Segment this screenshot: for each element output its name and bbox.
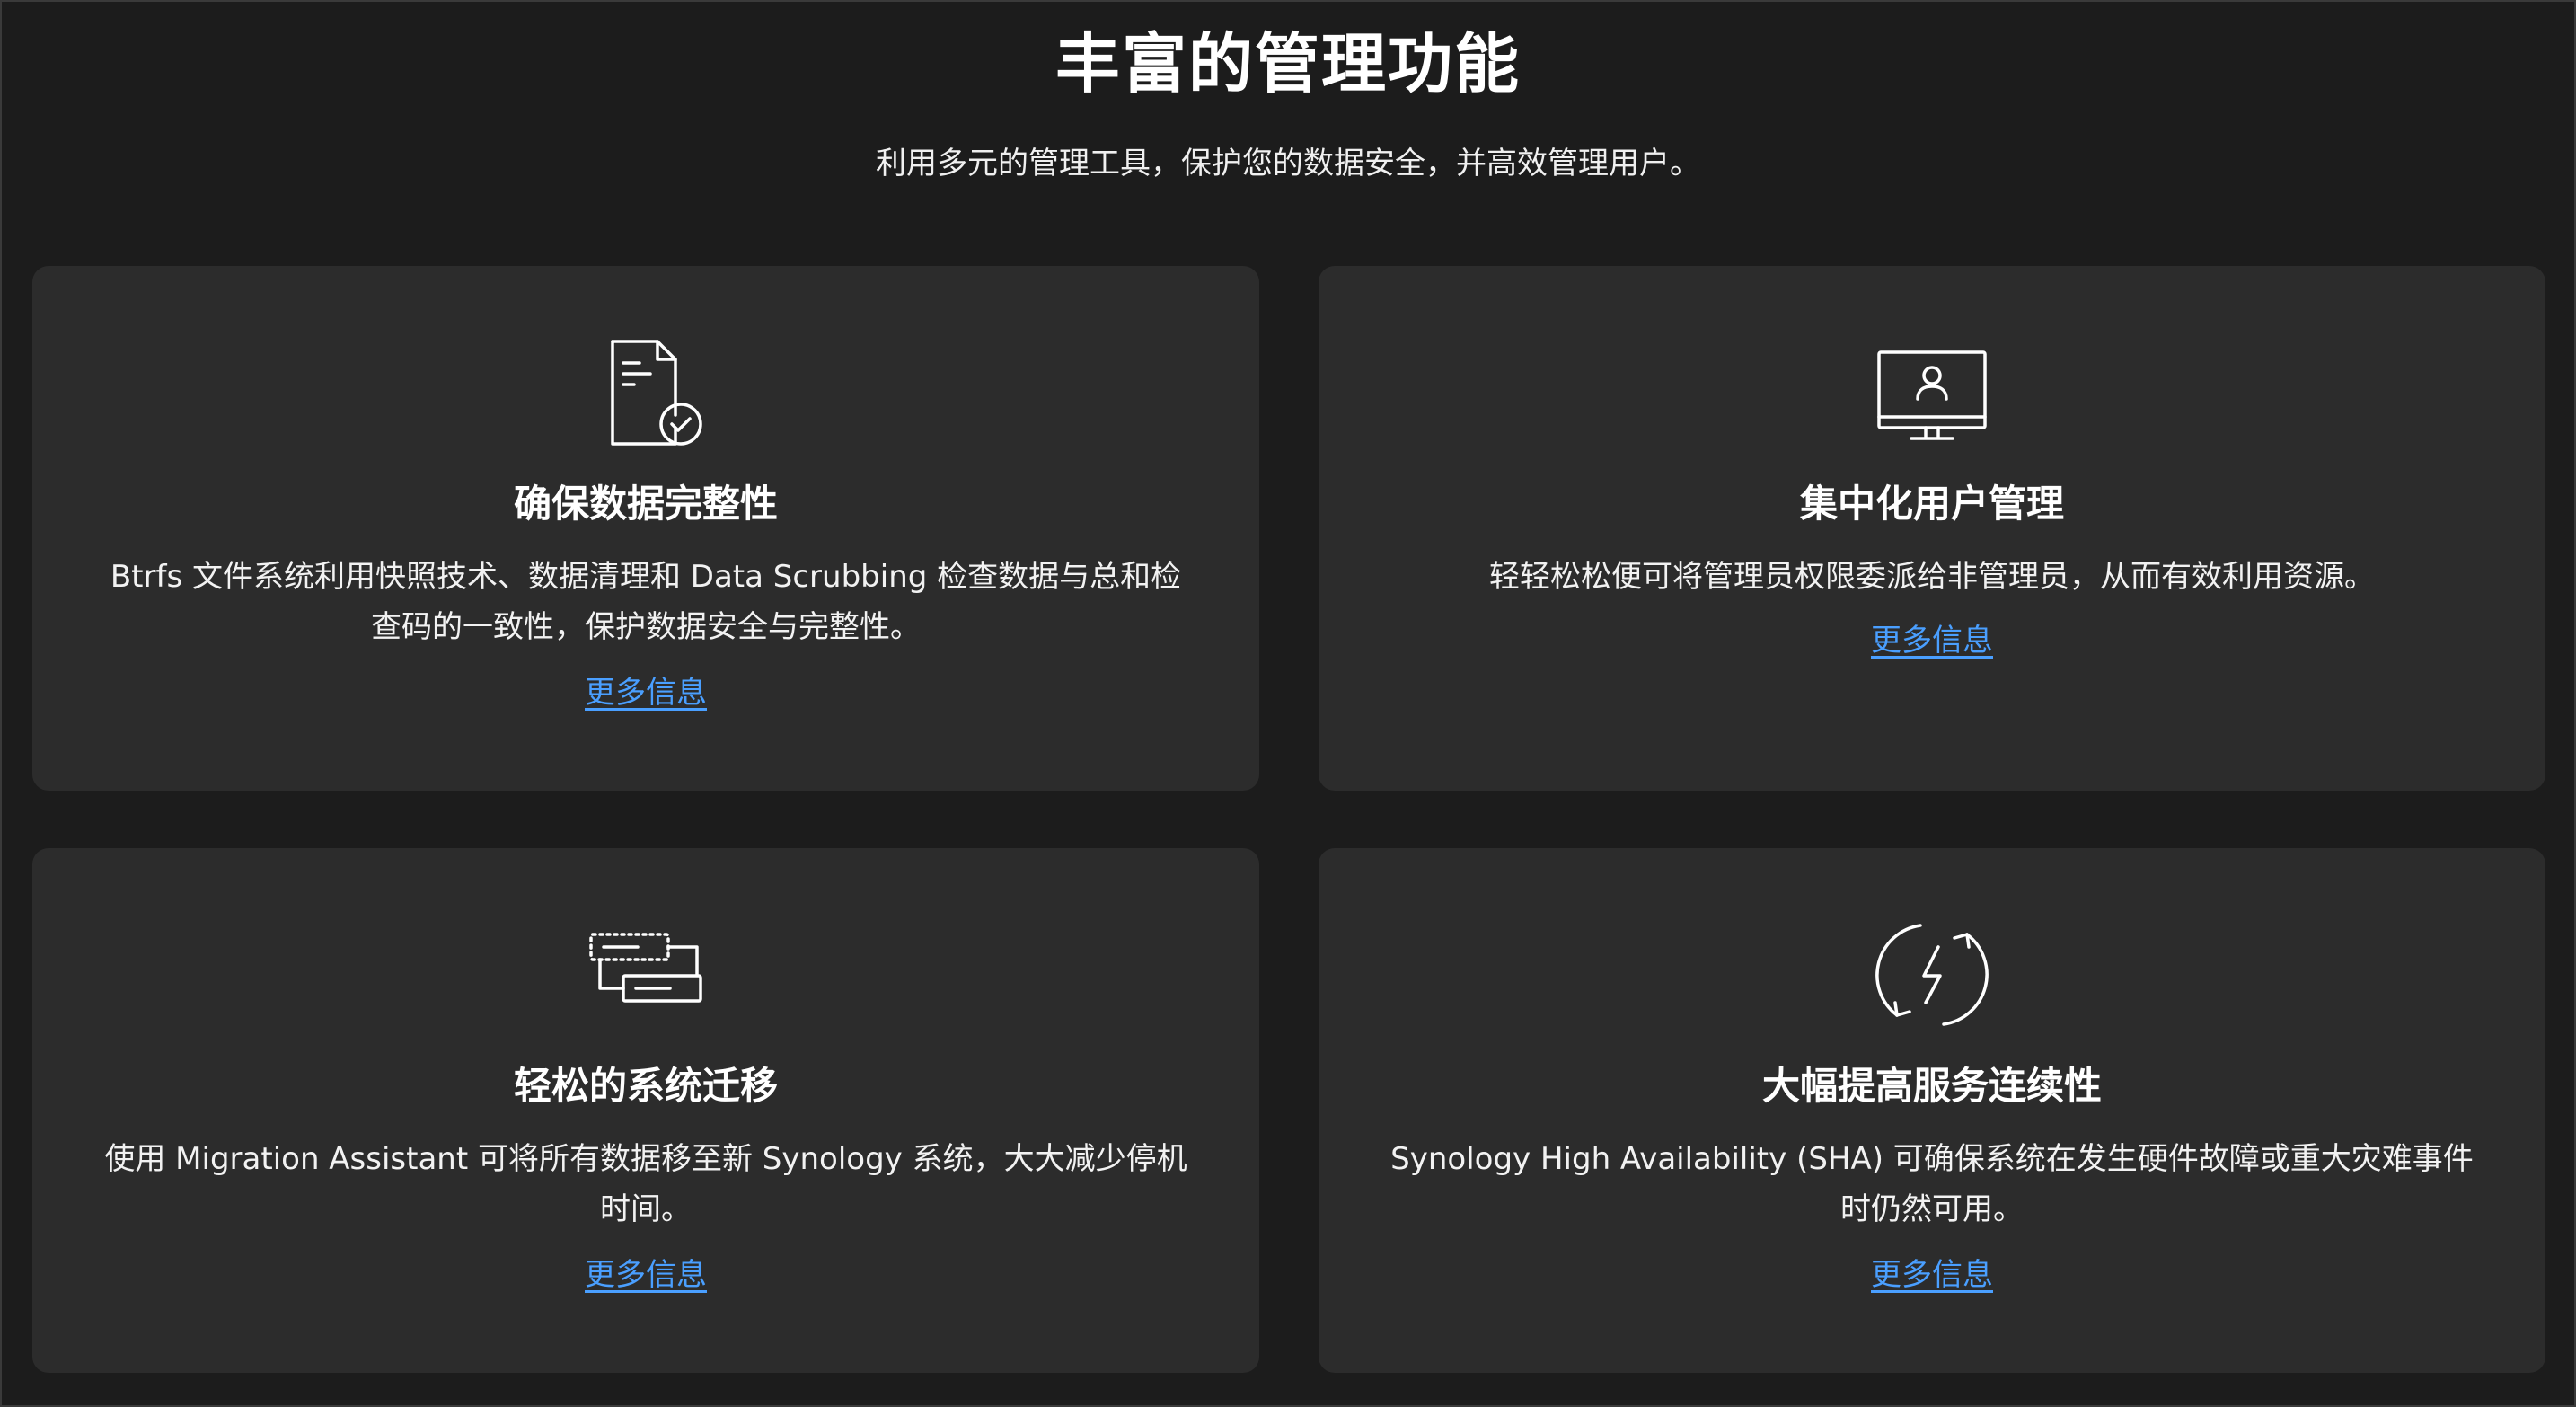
feature-card-service-continuity: 大幅提高服务连续性 Synology High Availability (SH…: [1319, 848, 2545, 1373]
more-info-link[interactable]: 更多信息: [1319, 1252, 2545, 1297]
high-availability-icon: [1874, 916, 1990, 1033]
card-title: 确保数据完整性: [513, 482, 778, 526]
more-info-link[interactable]: 更多信息: [1319, 618, 2545, 663]
card-title: 轻松的系统迁移: [513, 1064, 778, 1108]
more-info-link[interactable]: 更多信息: [32, 670, 1259, 715]
page-subtitle: 利用多元的管理工具，保护您的数据安全，并高效管理用户。: [876, 146, 1700, 181]
feature-card-data-integrity: 确保数据完整性 Btrfs 文件系统利用快照技术、数据清理和 Data Scru…: [32, 266, 1259, 791]
feature-card-user-management: 集中化用户管理 轻轻松松便可将管理员权限委派给非管理员，从而有效利用资源。 更多…: [1319, 266, 2545, 791]
card-description: 使用 Migration Assistant 可将所有数据移至新 Synolog…: [104, 1141, 1187, 1227]
card-title: 大幅提高服务连续性: [1761, 1064, 2102, 1108]
card-description: Synology High Availability (SHA) 可确保系统在发…: [1390, 1141, 2474, 1227]
card-title: 集中化用户管理: [1799, 482, 2064, 526]
migration-icon: [587, 916, 704, 1033]
page-title: 丰富的管理功能: [1054, 26, 1521, 102]
document-check-icon: [587, 334, 704, 451]
monitor-user-icon: [1874, 334, 1990, 451]
page-header: 丰富的管理功能 利用多元的管理工具，保护您的数据安全，并高效管理用户。: [2, 23, 2574, 183]
more-info-link[interactable]: 更多信息: [32, 1252, 1259, 1297]
feature-card-system-migration: 轻松的系统迁移 使用 Migration Assistant 可将所有数据移至新…: [32, 848, 1259, 1373]
card-description: Btrfs 文件系统利用快照技术、数据清理和 Data Scrubbing 检查…: [110, 559, 1182, 645]
card-description: 轻轻松松便可将管理员权限委派给非管理员，从而有效利用资源。: [1489, 559, 2375, 595]
